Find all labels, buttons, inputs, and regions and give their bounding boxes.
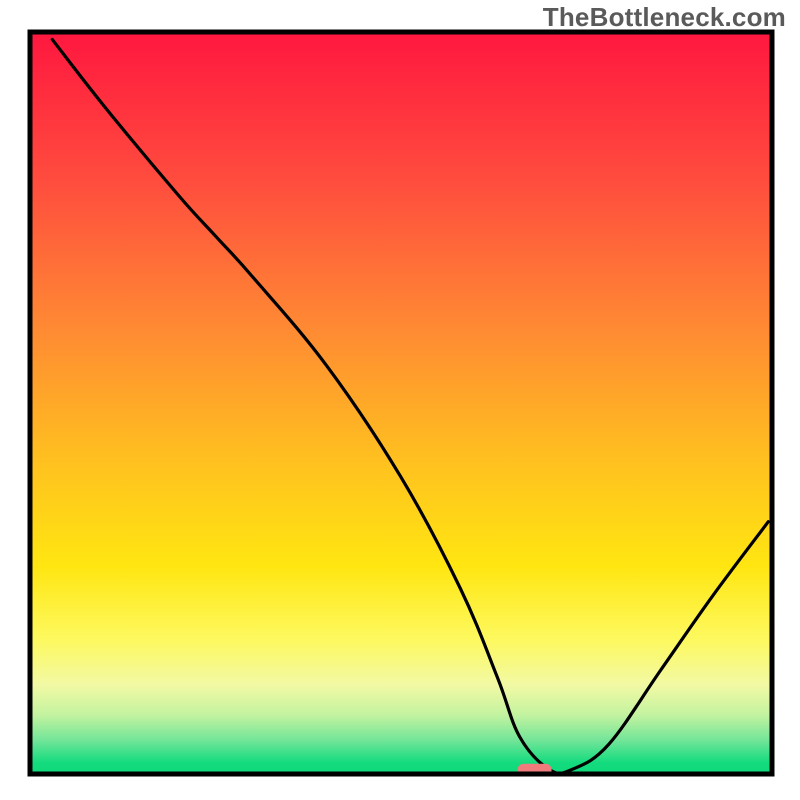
bottleneck-chart (0, 0, 800, 800)
chart-stage: TheBottleneck.com (0, 0, 800, 800)
plot-background-gradient (30, 32, 772, 774)
watermark-text: TheBottleneck.com (543, 2, 786, 33)
